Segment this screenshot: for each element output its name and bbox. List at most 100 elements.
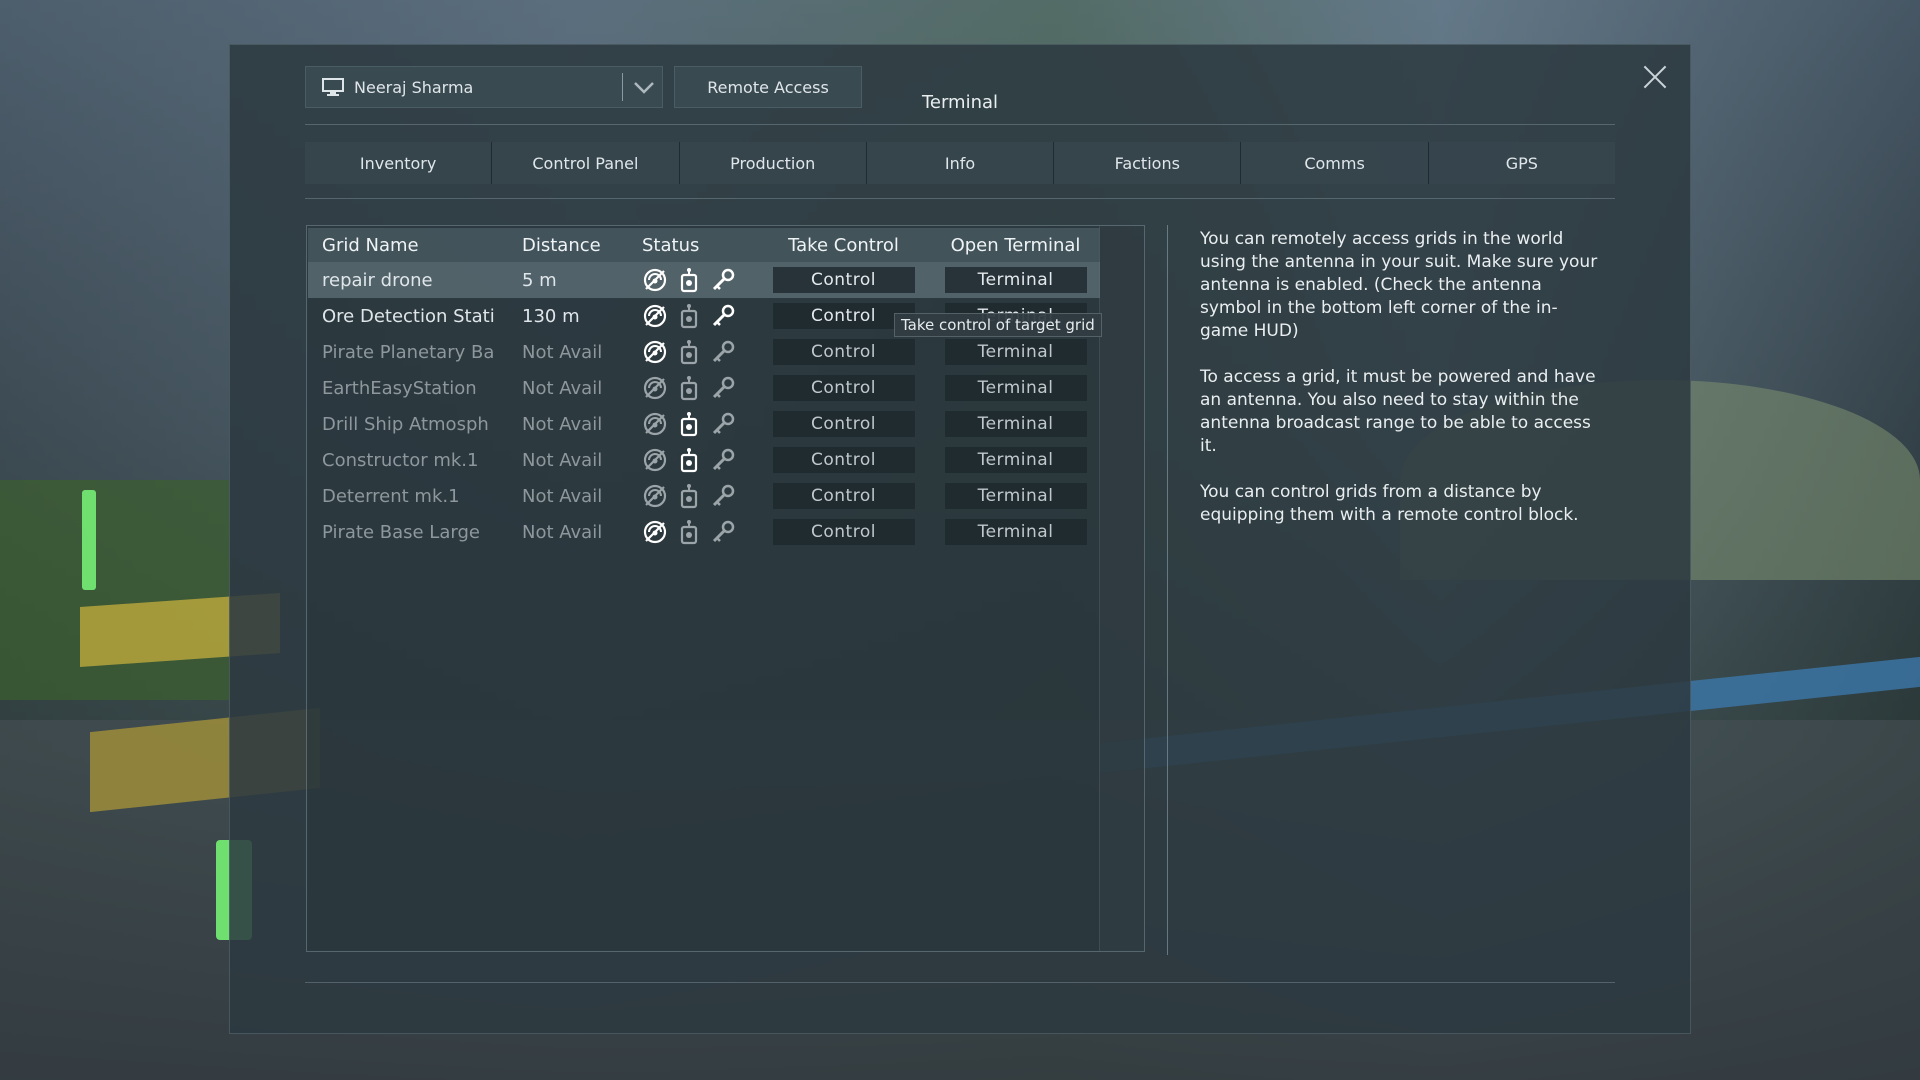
grid-name: Ore Detection Stati [322, 305, 495, 327]
terminal-button[interactable]: Terminal [944, 519, 1087, 545]
terminal-button[interactable]: Terminal [944, 339, 1087, 365]
grid-distance: Not Avail [522, 521, 603, 543]
take-control-cell: Control [756, 267, 931, 293]
tab-production[interactable]: Production [679, 142, 867, 184]
grid-distance: Not Avail [522, 485, 603, 507]
terminal-button[interactable]: Terminal [944, 411, 1087, 437]
grid-name: Deterrent mk.1 [322, 485, 460, 507]
help-paragraph: You can remotely access grids in the wor… [1200, 229, 1598, 341]
window-title: Terminal [921, 92, 999, 113]
header-take-control: Take Control [788, 234, 899, 256]
help-paragraph: To access a grid, it must be powered and… [1200, 367, 1596, 456]
header-status[interactable]: Status [638, 235, 756, 256]
terminal-button[interactable]: Terminal [944, 483, 1087, 509]
grid-name: Constructor mk.1 [322, 449, 479, 471]
player-name: Neeraj Sharma [354, 77, 474, 97]
antenna-signal-icon [642, 411, 668, 437]
header-distance[interactable]: Distance [518, 235, 638, 256]
grid-distance: Not Avail [522, 413, 603, 435]
table-row[interactable]: Pirate Base Large Not Avail Control Termina… [308, 514, 1100, 550]
grid-name: Pirate Planetary Ba [322, 341, 495, 363]
table-row[interactable]: Pirate Planetary Ba Not Avail Control Termi… [308, 334, 1100, 370]
control-button[interactable]: Control [772, 375, 915, 401]
terminal-button[interactable]: Terminal [944, 447, 1087, 473]
control-button[interactable]: Control [772, 267, 915, 293]
open-terminal-cell: Terminal [931, 375, 1100, 401]
grid-distance: Not Avail [522, 377, 603, 399]
key-icon [710, 339, 736, 365]
grid-list-scrollbar[interactable] [1099, 226, 1144, 951]
monitor-icon [322, 78, 344, 96]
control-button[interactable]: Control [772, 483, 915, 509]
tab-control-panel[interactable]: Control Panel [492, 142, 680, 184]
grid-name: Drill Ship Atmosph [322, 413, 489, 435]
remote-control-icon [676, 447, 702, 473]
grid-distance: Not Avail [522, 341, 603, 363]
grid-distance: Not Avail [522, 449, 603, 471]
table-row[interactable]: EarthEasyStation Not Avail Control Terminal [308, 370, 1100, 406]
chevron-down-icon[interactable] [632, 75, 656, 99]
grid-status [638, 519, 756, 545]
control-button[interactable]: Control [772, 339, 915, 365]
take-control-cell: Control [756, 447, 931, 473]
open-terminal-cell: Terminal [931, 483, 1100, 509]
tab-factions[interactable]: Factions [1054, 142, 1242, 184]
tab-comms[interactable]: Comms [1241, 142, 1429, 184]
control-button[interactable]: Control [772, 447, 915, 473]
key-icon [710, 447, 736, 473]
grid-name: repair drone [322, 269, 433, 291]
panel-divider [1167, 225, 1168, 955]
terminal-button[interactable]: Terminal [944, 375, 1087, 401]
header-grid-name[interactable]: Grid Name [308, 235, 518, 256]
remote-access-button[interactable]: Remote Access [674, 66, 862, 108]
help-text: You can remotely access grids in the wor… [1200, 228, 1600, 550]
background-grass [0, 480, 230, 700]
header-open-terminal: Open Terminal [950, 234, 1081, 256]
background-light [82, 490, 96, 590]
grid-name: EarthEasyStation [322, 377, 477, 399]
dropdown-divider [622, 73, 623, 101]
antenna-signal-icon [642, 483, 668, 509]
grid-status [638, 267, 756, 293]
key-icon [710, 375, 736, 401]
antenna-signal-icon [642, 267, 668, 293]
key-icon [710, 267, 736, 293]
take-control-cell: Control [756, 483, 931, 509]
open-terminal-cell: Terminal [931, 411, 1100, 437]
table-row[interactable]: Drill Ship Atmosph Not Avail Control Termin… [308, 406, 1100, 442]
control-button[interactable]: Control [772, 411, 915, 437]
remote-control-icon [676, 411, 702, 437]
remote-control-icon [676, 519, 702, 545]
take-control-cell: Control [756, 339, 931, 365]
table-header: Grid Name Distance Status Take Control O… [308, 228, 1100, 262]
remote-control-icon [676, 483, 702, 509]
tab-info[interactable]: Info [866, 142, 1055, 184]
control-button[interactable]: Control [772, 519, 915, 545]
table-row[interactable]: Deterrent mk.1 Not Avail Control Terminal [308, 478, 1100, 514]
open-terminal-cell: Terminal [931, 267, 1100, 293]
grid-status [638, 483, 756, 509]
tab-bar: Inventory Control Panel Production Info … [305, 142, 1615, 184]
tab-inventory[interactable]: Inventory [305, 142, 493, 184]
player-dropdown[interactable]: Neeraj Sharma [305, 66, 663, 108]
table-row[interactable]: Constructor mk.1 Not Avail Control Terminal [308, 442, 1100, 478]
key-icon [710, 483, 736, 509]
help-paragraph: You can control grids from a distance by… [1200, 482, 1579, 525]
open-terminal-cell: Terminal [931, 447, 1100, 473]
take-control-cell: Control [756, 519, 931, 545]
antenna-signal-icon [642, 339, 668, 365]
grid-distance: 130 m [522, 305, 580, 327]
take-control-cell: Control [756, 375, 931, 401]
remote-control-icon [676, 303, 702, 329]
tooltip: Take control of target grid [894, 313, 1102, 337]
header-divider [305, 124, 1615, 125]
remote-control-icon [676, 267, 702, 293]
grid-distance: 5 m [522, 269, 557, 291]
tab-gps[interactable]: GPS [1428, 142, 1615, 184]
terminal-button[interactable]: Terminal [944, 267, 1087, 293]
key-icon [710, 519, 736, 545]
grid-status [638, 447, 756, 473]
close-button[interactable] [1640, 62, 1670, 92]
footer-divider [305, 982, 1615, 983]
table-row[interactable]: repair drone 5 m Control Terminal [308, 262, 1100, 298]
